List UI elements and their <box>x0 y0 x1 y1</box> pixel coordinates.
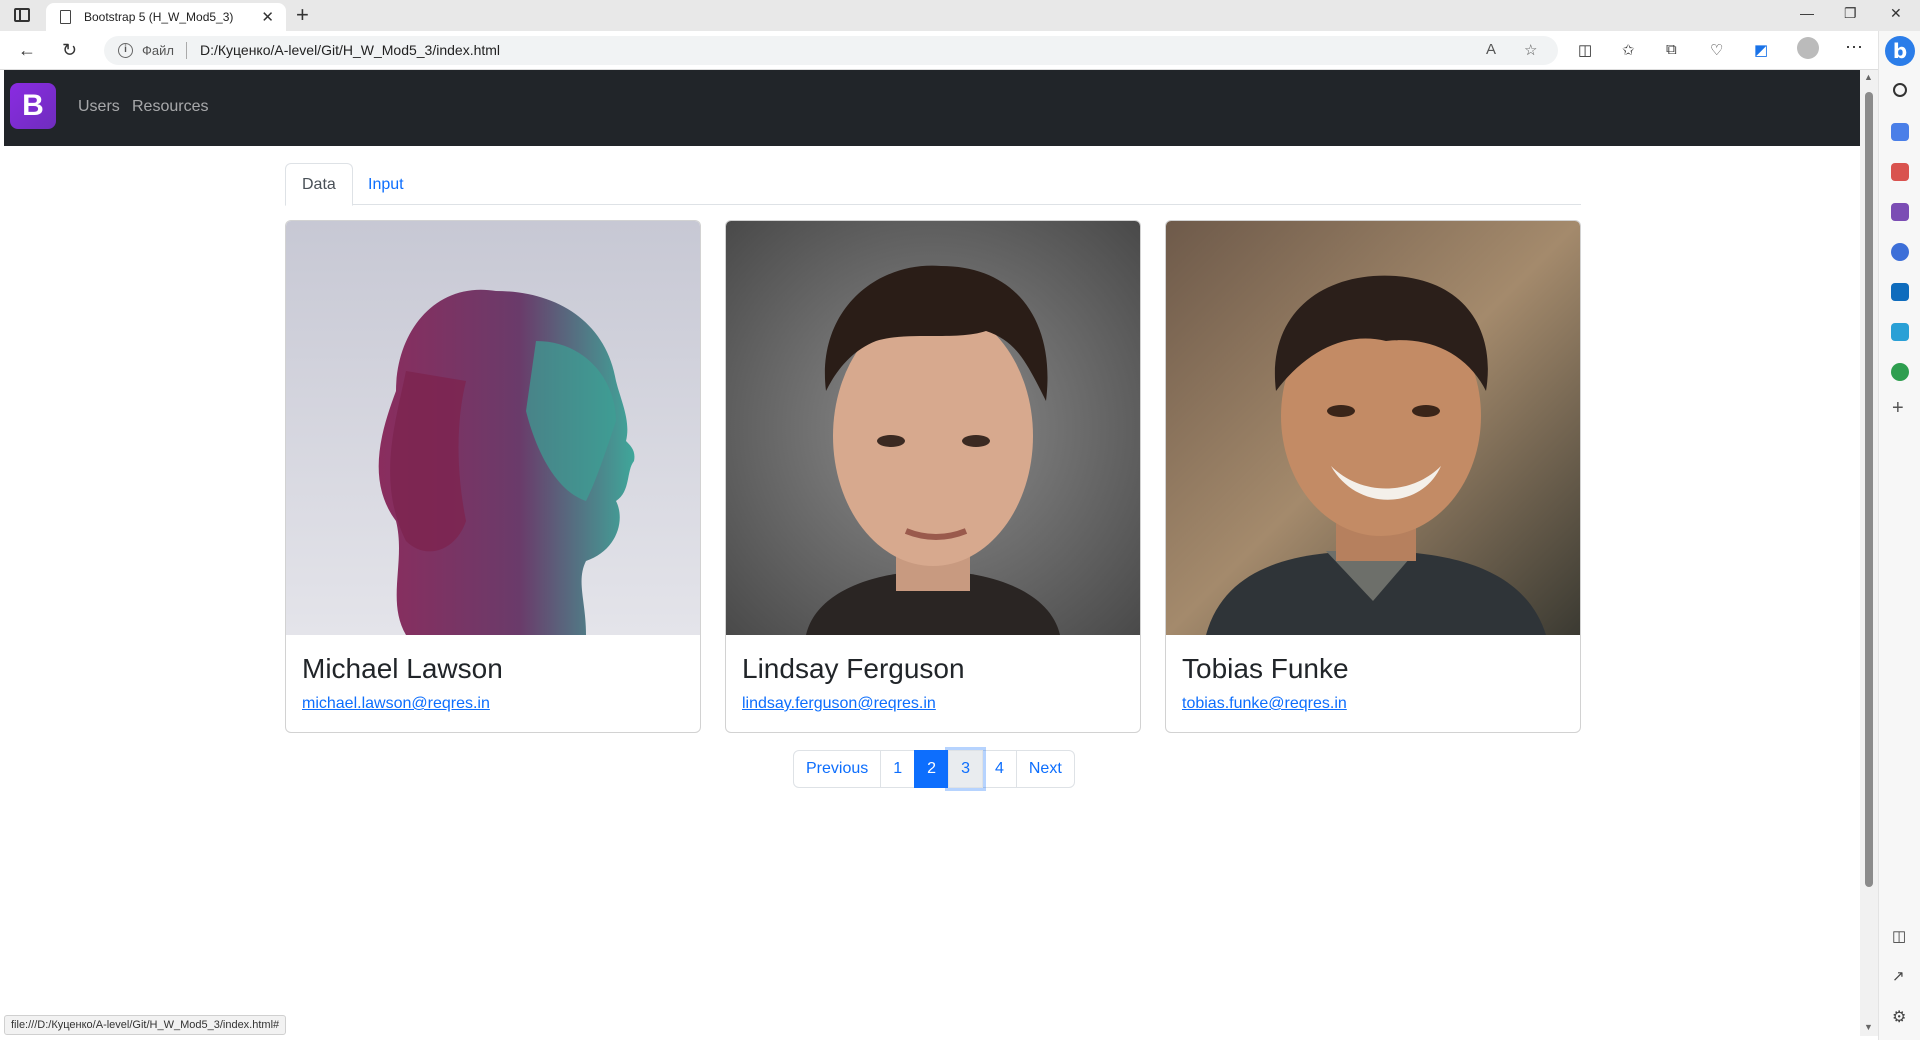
page-viewport: B Users Resources Data Input Michael Law… <box>4 70 1860 1036</box>
split-screen-icon[interactable]: ◫ <box>1578 41 1592 59</box>
url-separator <box>186 42 187 59</box>
scroll-thumb[interactable] <box>1865 92 1873 887</box>
pagination: Previous 1 2 3 4 Next <box>793 750 1075 788</box>
browser-essentials-icon[interactable]: ♡ <box>1710 41 1723 59</box>
send-icon[interactable] <box>1891 323 1909 341</box>
minimize-icon[interactable]: — <box>1800 5 1814 21</box>
close-tab-icon[interactable]: ✕ <box>261 8 274 26</box>
tab-data[interactable]: Data <box>285 163 353 206</box>
user-card: Michael Lawson michael.lawson@reqres.in <box>285 220 701 733</box>
more-menu-icon[interactable]: ⋯ <box>1845 37 1863 58</box>
favorites-icon[interactable]: ✩ <box>1622 41 1635 59</box>
nav-link-users[interactable]: Users <box>78 98 120 116</box>
pagination-page-3[interactable]: 3 <box>948 750 983 788</box>
outlook-icon[interactable] <box>1891 283 1909 301</box>
search-icon[interactable] <box>1893 83 1907 97</box>
user-email-link[interactable]: michael.lawson@reqres.in <box>302 695 490 713</box>
back-icon[interactable]: ← <box>18 40 36 61</box>
page-scrollbar[interactable]: ▲ ▼ <box>1860 70 1878 1036</box>
restore-icon[interactable]: ❐ <box>1844 5 1857 22</box>
address-bar[interactable]: i Файл D:/Куценко/A-level/Git/H_W_Mod5_3… <box>104 36 1558 65</box>
office-icon[interactable] <box>1891 243 1909 261</box>
url-text[interactable]: D:/Куценко/A-level/Git/H_W_Mod5_3/index.… <box>200 42 500 58</box>
profile-avatar[interactable] <box>1797 37 1819 59</box>
user-name: Michael Lawson <box>302 653 503 684</box>
pagination-page-4[interactable]: 4 <box>981 750 1017 788</box>
user-photo <box>286 221 700 635</box>
bootstrap-logo[interactable]: B <box>10 83 56 129</box>
shopping-icon[interactable] <box>1891 123 1909 141</box>
favorite-star-icon[interactable]: ☆ <box>1524 41 1537 59</box>
content-tabs: Data Input <box>285 163 1581 206</box>
tab-actions-icon[interactable] <box>14 8 30 22</box>
sidebar-panel-icon[interactable]: ◫ <box>1892 927 1906 945</box>
read-aloud-icon[interactable]: A <box>1486 41 1496 58</box>
external-link-icon[interactable]: ↗ <box>1892 967 1905 985</box>
page-icon <box>60 10 71 24</box>
user-card: Tobias Funke tobias.funke@reqres.in <box>1165 220 1581 733</box>
user-photo <box>726 221 1140 635</box>
navbar: B Users Resources <box>4 70 1860 146</box>
user-card: Lindsay Ferguson lindsay.ferguson@reqres… <box>725 220 1141 733</box>
nav-link-resources[interactable]: Resources <box>132 98 208 116</box>
tab-input[interactable]: Input <box>351 163 421 206</box>
refresh-icon[interactable]: ↻ <box>62 40 77 61</box>
browser-tab[interactable]: Bootstrap 5 (H_W_Mod5_3) ✕ <box>46 3 286 31</box>
games-icon[interactable] <box>1891 203 1909 221</box>
close-window-icon[interactable]: ✕ <box>1890 5 1902 22</box>
copilot-icon[interactable]: ◩ <box>1754 41 1768 59</box>
status-bar-url: file:///D:/Куценко/A-level/Git/H_W_Mod5_… <box>4 1015 287 1035</box>
tools-icon[interactable] <box>1891 163 1909 181</box>
collections-icon[interactable]: ⧉ <box>1666 41 1677 58</box>
user-name: Lindsay Ferguson <box>742 653 965 684</box>
url-scheme-label: Файл <box>142 43 174 58</box>
edge-sidebar: b + ◫ ↗ ⚙ <box>1878 31 1920 1040</box>
tree-icon[interactable] <box>1891 363 1909 381</box>
settings-gear-icon[interactable]: ⚙ <box>1892 1007 1906 1027</box>
address-toolbar: ← ↻ i Файл D:/Куценко/A-level/Git/H_W_Mo… <box>0 31 1920 70</box>
pagination-next[interactable]: Next <box>1015 750 1075 788</box>
user-email-link[interactable]: lindsay.ferguson@reqres.in <box>742 695 936 713</box>
user-name: Tobias Funke <box>1182 653 1349 684</box>
user-email-link[interactable]: tobias.funke@reqres.in <box>1182 695 1347 713</box>
browser-tab-strip: Bootstrap 5 (H_W_Mod5_3) ✕ + — ❐ ✕ <box>0 0 1920 31</box>
scroll-up-arrow-icon[interactable]: ▲ <box>1864 72 1873 82</box>
pagination-previous[interactable]: Previous <box>793 750 882 788</box>
new-tab-icon[interactable]: + <box>296 3 309 27</box>
user-photo <box>1166 221 1580 635</box>
info-icon[interactable]: i <box>118 43 133 58</box>
scroll-down-arrow-icon[interactable]: ▼ <box>1864 1022 1873 1032</box>
bing-icon[interactable]: b <box>1885 36 1915 66</box>
pagination-page-1[interactable]: 1 <box>880 750 916 788</box>
add-icon[interactable]: + <box>1892 397 1904 420</box>
pagination-page-2[interactable]: 2 <box>914 750 950 788</box>
tab-title: Bootstrap 5 (H_W_Mod5_3) <box>84 10 234 24</box>
